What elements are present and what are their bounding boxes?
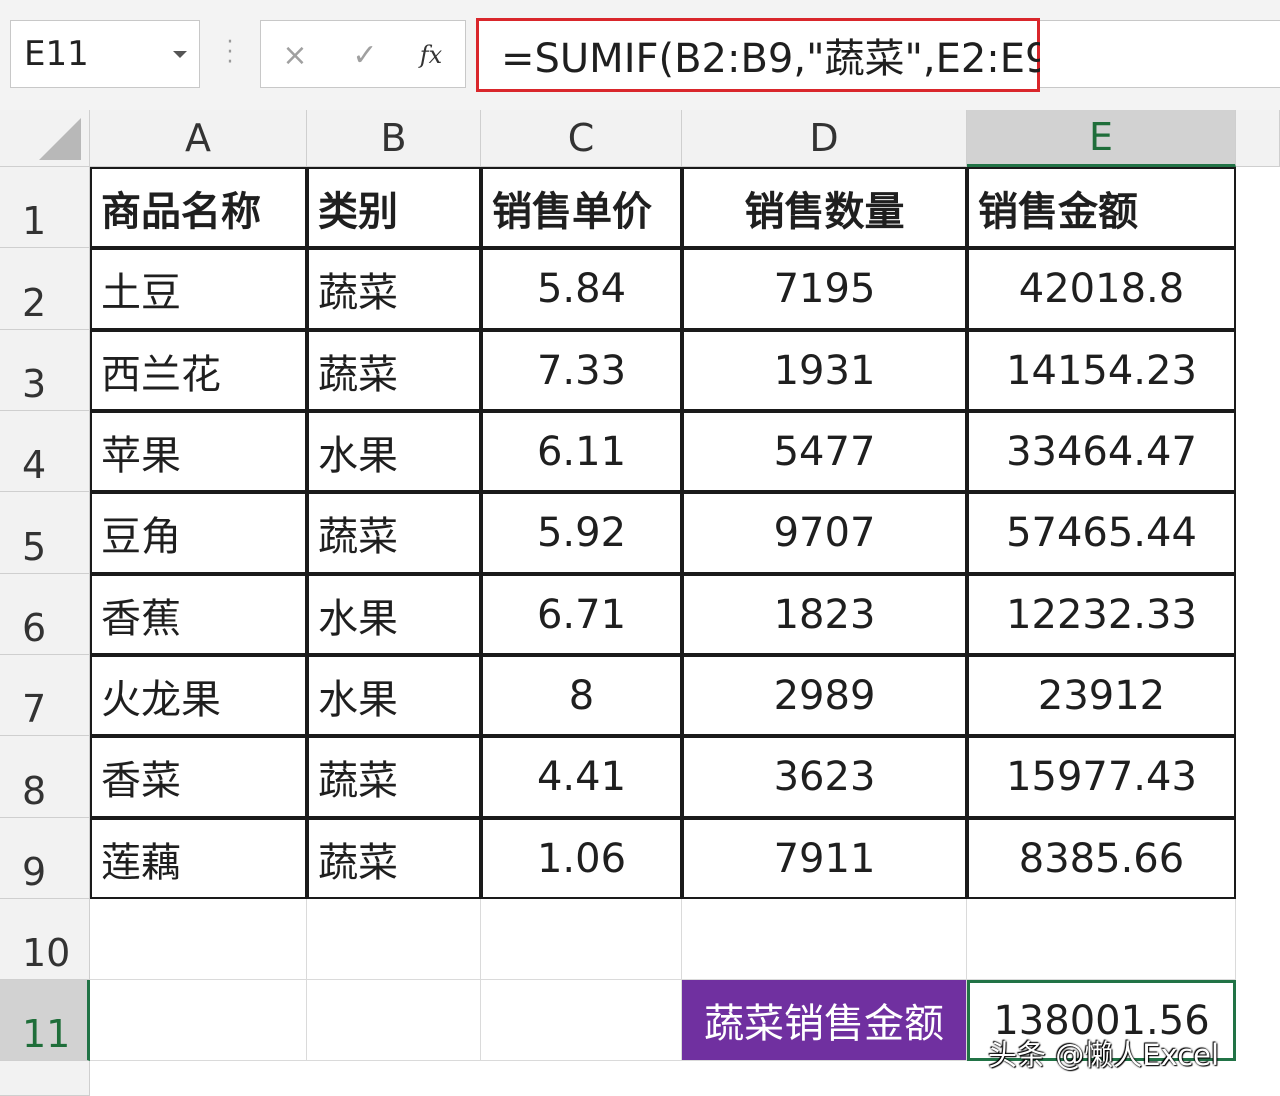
formula-input-extension[interactable]	[1040, 20, 1280, 88]
table-cell[interactable]: 蔬菜	[307, 492, 481, 574]
table-cell[interactable]: 5477	[682, 411, 967, 492]
watermark: 头条 @懒人Excel	[988, 1038, 1220, 1072]
table-cell[interactable]: 3623	[682, 736, 967, 818]
row-header-6[interactable]: 6	[0, 574, 90, 655]
row-header-11[interactable]: 11	[0, 980, 90, 1061]
table-cell[interactable]: 23912	[967, 655, 1236, 736]
empty-cell[interactable]	[967, 899, 1236, 980]
table-cell[interactable]: 香菜	[90, 736, 307, 818]
empty-cell[interactable]	[90, 980, 307, 1061]
table-cell[interactable]: 8	[481, 655, 682, 736]
table-cell[interactable]: 7195	[682, 248, 967, 330]
table-cell[interactable]: 2989	[682, 655, 967, 736]
table-cell[interactable]: 15977.43	[967, 736, 1236, 818]
table-cell[interactable]: 7.33	[481, 330, 682, 411]
drag-handle-icon[interactable]: · · ·	[226, 32, 234, 74]
table-cell[interactable]: 4.41	[481, 736, 682, 818]
worksheet-grid: 商品名称 类别 销售单价 销售数量 销售金额 土豆 蔬菜 5.84 7195 42018.8 西兰花…	[90, 167, 1280, 1096]
table-cell[interactable]: 蔬菜	[307, 818, 481, 899]
row-header-9[interactable]: 9	[0, 818, 90, 899]
table-cell[interactable]: 57465.44	[967, 492, 1236, 574]
table-cell[interactable]: 12232.33	[967, 574, 1236, 655]
table-cell[interactable]: 7911	[682, 818, 967, 899]
empty-cell[interactable]	[481, 899, 682, 980]
row-header-4[interactable]: 4	[0, 411, 90, 492]
table-cell[interactable]: 苹果	[90, 411, 307, 492]
formula-input[interactable]: =SUMIF(B2:B9,"蔬菜",E2:E9)	[476, 18, 1066, 92]
column-header-f[interactable]	[1236, 110, 1280, 167]
name-box-value: E11	[24, 34, 89, 74]
table-cell[interactable]: 6.71	[481, 574, 682, 655]
table-cell[interactable]: 西兰花	[90, 330, 307, 411]
cancel-icon[interactable]: ×	[275, 35, 315, 75]
row-header-1[interactable]: 1	[0, 167, 90, 248]
table-cell[interactable]: 火龙果	[90, 655, 307, 736]
table-cell[interactable]: 1.06	[481, 818, 682, 899]
table-cell[interactable]: 水果	[307, 411, 481, 492]
row-header-10[interactable]: 10	[0, 899, 90, 980]
table-cell[interactable]: 蔬菜	[307, 248, 481, 330]
table-header-cell[interactable]: 类别	[307, 167, 481, 248]
table-cell[interactable]: 5.84	[481, 248, 682, 330]
column-header-d[interactable]: D	[682, 110, 967, 167]
table-cell[interactable]: 1823	[682, 574, 967, 655]
select-all-icon	[39, 118, 81, 160]
column-header-c[interactable]: C	[481, 110, 682, 167]
table-cell[interactable]: 42018.8	[967, 248, 1236, 330]
table-cell[interactable]: 9707	[682, 492, 967, 574]
table-cell[interactable]: 水果	[307, 655, 481, 736]
column-header-b[interactable]: B	[307, 110, 481, 167]
empty-cell[interactable]	[307, 980, 481, 1061]
table-header-cell[interactable]: 销售单价	[481, 167, 682, 248]
row-header-7[interactable]: 7	[0, 655, 90, 736]
column-header-e[interactable]: E	[967, 110, 1236, 167]
chevron-down-icon[interactable]	[173, 51, 187, 58]
table-cell[interactable]: 1931	[682, 330, 967, 411]
table-cell[interactable]: 6.11	[481, 411, 682, 492]
table-cell[interactable]: 莲藕	[90, 818, 307, 899]
formula-text: =SUMIF(B2:B9,"蔬菜",E2:E9)	[501, 36, 1067, 82]
table-cell[interactable]: 14154.23	[967, 330, 1236, 411]
table-cell[interactable]: 土豆	[90, 248, 307, 330]
table-header-cell[interactable]: 销售数量	[682, 167, 967, 248]
table-cell[interactable]: 5.92	[481, 492, 682, 574]
formula-buttons: × ✓ fx	[260, 20, 466, 88]
table-header-cell[interactable]: 商品名称	[90, 167, 307, 248]
row-header-8[interactable]: 8	[0, 736, 90, 818]
table-cell[interactable]: 8385.66	[967, 818, 1236, 899]
table-cell[interactable]: 水果	[307, 574, 481, 655]
empty-cell[interactable]	[481, 980, 682, 1061]
empty-cell[interactable]	[90, 899, 307, 980]
summary-label-cell[interactable]: 蔬菜销售金额	[682, 980, 967, 1061]
empty-cell[interactable]	[307, 899, 481, 980]
table-header-cell[interactable]: 销售金额	[967, 167, 1236, 248]
table-cell[interactable]: 香蕉	[90, 574, 307, 655]
check-icon[interactable]: ✓	[345, 35, 385, 75]
table-cell[interactable]: 豆角	[90, 492, 307, 574]
table-cell[interactable]: 蔬菜	[307, 736, 481, 818]
row-header-3[interactable]: 3	[0, 330, 90, 411]
select-all-button[interactable]	[0, 110, 90, 167]
row-header-2[interactable]: 2	[0, 248, 90, 330]
table-cell[interactable]: 蔬菜	[307, 330, 481, 411]
empty-cell[interactable]	[682, 899, 967, 980]
column-header-a[interactable]: A	[90, 110, 307, 167]
row-header-12[interactable]	[0, 1061, 90, 1096]
table-cell[interactable]: 33464.47	[967, 411, 1236, 492]
formula-bar: E11 · · · × ✓ fx =SUMIF(B2:B9,"蔬菜",E2:E9)	[0, 0, 1280, 111]
name-box[interactable]: E11	[10, 20, 200, 88]
row-header-5[interactable]: 5	[0, 492, 90, 574]
insert-function-icon[interactable]: fx	[411, 35, 451, 75]
